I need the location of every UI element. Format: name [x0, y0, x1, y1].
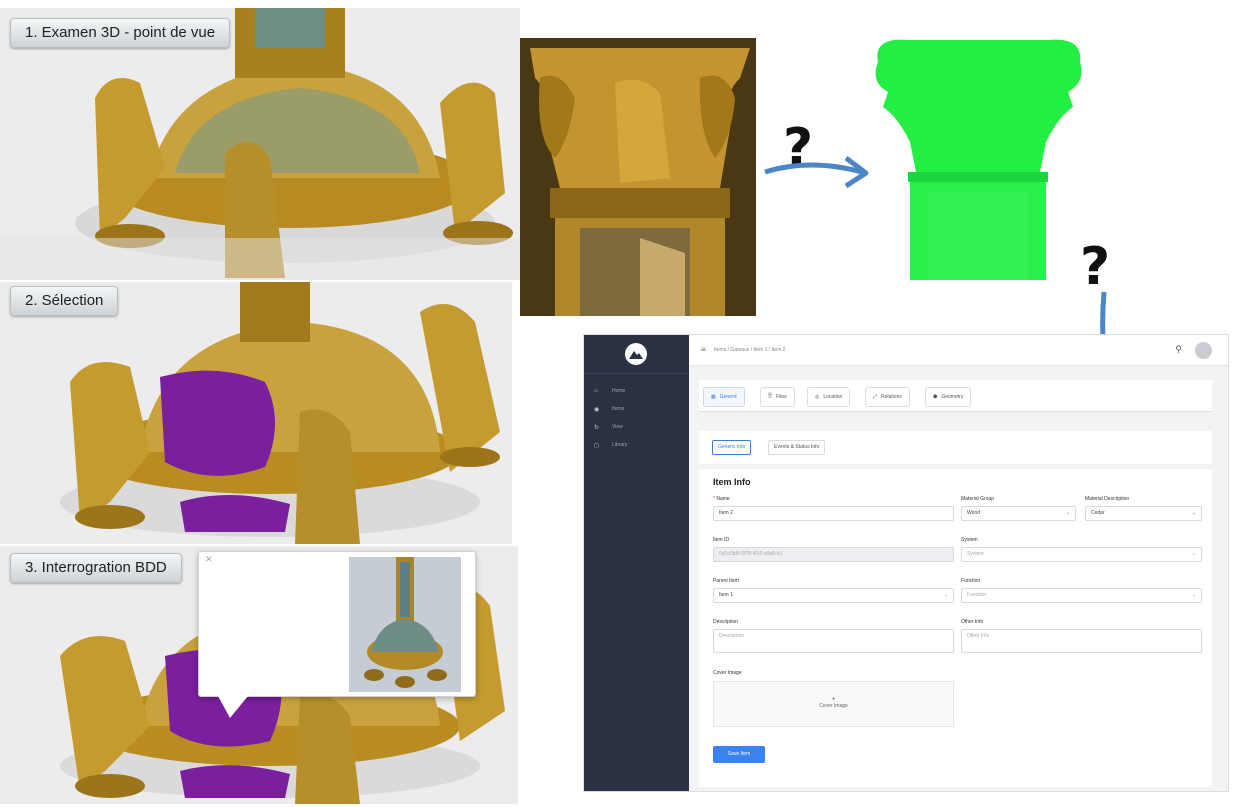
items-icon: ◉: [594, 406, 600, 413]
location-icon: ◎: [815, 394, 820, 400]
item-id-label: Item ID: [713, 537, 730, 543]
history-icon: ↻: [594, 424, 600, 431]
home-icon: ⌂: [594, 388, 598, 394]
chevron-down-icon: ⌄: [1191, 551, 1196, 557]
material-group-label: Material Group: [961, 496, 995, 502]
form-title: Item Info: [713, 477, 751, 487]
breadcrumb[interactable]: Items / Gateaux / Item 1 / Item 2: [714, 347, 785, 353]
other-info-label: Other Info: [961, 619, 984, 625]
sidebar-divider: [584, 373, 689, 374]
top-bar: ≡ Items / Gateaux / Item 1 / Item 2 ⚲: [689, 335, 1228, 366]
tab-label: Geometry: [941, 394, 964, 400]
save-item-button[interactable]: Save Item: [713, 746, 765, 763]
tab-label: Files: [776, 394, 787, 400]
sidebar-item-label: View: [612, 424, 623, 430]
relations-icon: ⤢: [873, 394, 878, 400]
avatar[interactable]: [1195, 342, 1212, 359]
description-label: Description: [713, 619, 739, 625]
tab-relations[interactable]: ⤢ Relations: [865, 387, 910, 407]
sidebar-item-label: Home: [612, 388, 626, 394]
sidebar-item-label: Library: [612, 442, 628, 448]
system-select[interactable]: System ⌄: [961, 547, 1202, 562]
tab-label: Relations: [881, 394, 902, 400]
tab-generic[interactable]: ▦ Generic: [703, 387, 746, 407]
sidebar-item-items[interactable]: ◉ Items: [594, 403, 624, 415]
search-icon[interactable]: ⚲: [1175, 344, 1182, 355]
name-label: * Name: [713, 496, 730, 502]
other-info-textarea[interactable]: Other Info: [961, 629, 1202, 653]
sidebar-item-label: Items: [612, 406, 625, 412]
menu-icon[interactable]: ≡: [701, 345, 706, 354]
geometry-icon: ⬟: [933, 394, 938, 400]
sidebar-item-view[interactable]: ↻ View: [594, 421, 623, 433]
system-label: System: [961, 537, 978, 543]
subtab-generic-info[interactable]: Generic Info: [712, 440, 752, 455]
material-description-select[interactable]: Cedar ⌄: [1085, 506, 1202, 521]
subtab-events-status-info[interactable]: Events & Status Info: [768, 440, 826, 455]
arrow-to-point-cloud: [764, 162, 863, 175]
tab-location[interactable]: ◎ Location: [807, 387, 851, 407]
library-icon: ◻: [594, 442, 599, 449]
description-textarea[interactable]: Description: [713, 629, 954, 653]
database-app-window: ⌂ Home ◉ Items ↻ View ◻ Library ≡ Items …: [583, 334, 1229, 792]
name-field[interactable]: Item 2: [713, 506, 954, 521]
sidebar-item-library[interactable]: ◻ Library: [594, 439, 627, 451]
chevron-down-icon: ⌄: [1065, 510, 1070, 516]
chevron-down-icon: ⌄: [1191, 592, 1196, 598]
tab-geometry[interactable]: ⬟ Geometry: [925, 387, 972, 407]
tab-bar: ▦ Generic 🗎 Files ◎ Location ⤢ Relations…: [699, 380, 1212, 412]
chevron-down-icon: ⌄: [943, 592, 948, 598]
function-select[interactable]: Function ⌄: [961, 588, 1202, 603]
tab-files[interactable]: 🗎 Files: [760, 387, 795, 407]
sidebar: ⌂ Home ◉ Items ↻ View ◻ Library: [584, 335, 689, 791]
tab-label: Generic: [719, 394, 738, 400]
parent-item-label: Parent Item: [713, 578, 739, 584]
item-info-form: Item Info * Name Item 2 Material Group W…: [699, 469, 1212, 787]
sidebar-item-home[interactable]: ⌂ Home: [594, 385, 625, 397]
function-label: Function: [961, 578, 981, 584]
plus-icon: +: [831, 696, 836, 703]
parent-item-select[interactable]: Item 1 ⌄: [713, 588, 954, 603]
files-icon: 🗎: [768, 393, 773, 399]
cover-image-dropzone[interactable]: + Cover Image: [713, 681, 954, 727]
subtab-bar: Generic Info Events & Status Info: [699, 431, 1212, 464]
chevron-down-icon: ⌄: [1191, 510, 1196, 516]
material-group-select[interactable]: Wood ⌄: [961, 506, 1076, 521]
app-logo: [625, 343, 647, 365]
item-id-field: 6d1c0b8f-0f78-4f10-a9a8-b1: [713, 547, 954, 562]
material-description-label: Material Description: [1085, 496, 1130, 502]
generic-icon: ▦: [711, 394, 716, 400]
cover-image-label: Cover Image: [713, 670, 742, 676]
tab-label: Location: [823, 394, 843, 400]
dropzone-text: Cover Image: [819, 703, 848, 709]
